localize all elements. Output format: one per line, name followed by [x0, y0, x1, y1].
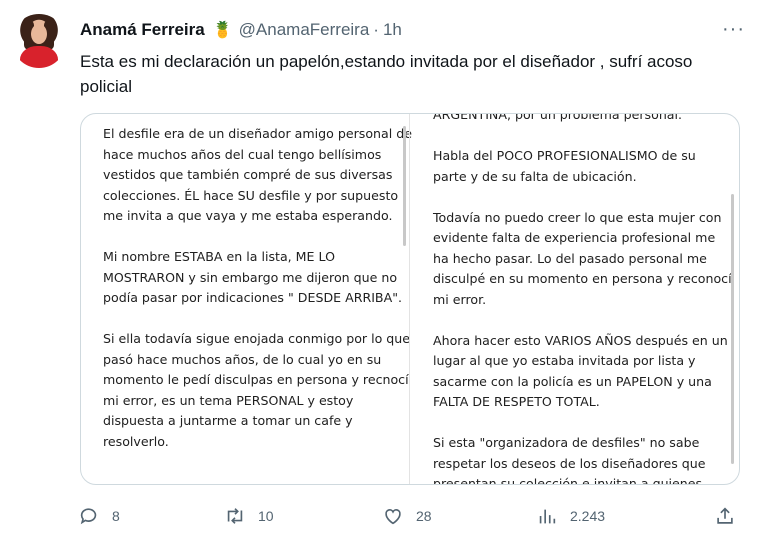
tweet-actions: 8 10 28 2.243 — [78, 505, 743, 529]
statement-paragraph: Si ella todavía sigue enojada conmigo po… — [103, 331, 411, 449]
statement-left-column: El desfile era de un diseñador amigo per… — [103, 124, 415, 473]
retweet-button[interactable]: 10 — [224, 505, 274, 527]
reply-count: 8 — [112, 508, 120, 524]
avatar-dress — [20, 46, 58, 68]
views-count: 2.243 — [570, 508, 606, 524]
like-icon — [385, 509, 401, 525]
tweet-time[interactable]: 1h — [383, 20, 402, 40]
tweet-image[interactable]: El desfile era de un diseñador amigo per… — [80, 113, 740, 485]
separator-dot: · — [373, 20, 379, 39]
views-icon — [539, 509, 556, 524]
pineapple-emoji: 🍍 — [212, 22, 233, 39]
statement-right-column: ARGENTINA, por un problema personal. Hab… — [433, 113, 733, 485]
retweet-icon — [227, 508, 243, 524]
statement-paragraph: El desfile era de un diseñador amigo per… — [103, 126, 413, 223]
share-button[interactable] — [714, 505, 736, 527]
more-options-icon[interactable]: ··· — [722, 18, 745, 41]
statement-paragraph: Todavía no puedo creer lo que esta mujer… — [433, 209, 732, 307]
reply-icon — [80, 508, 97, 525]
avatar[interactable] — [12, 14, 66, 68]
column-divider — [409, 114, 410, 484]
statement-paragraph: ARGENTINA, por un problema personal. — [433, 113, 683, 122]
views-button[interactable]: 2.243 — [536, 505, 605, 527]
right-scrollbar — [731, 194, 734, 464]
statement-paragraph: Si esta "organizadora de desfiles" no sa… — [433, 435, 706, 485]
tweet-header: Anamá Ferreira 🍍 @AnamaFerreira · 1h — [80, 20, 402, 40]
statement-paragraph: Mi nombre ESTABA en la lista, ME LO MOST… — [103, 249, 402, 305]
like-button[interactable]: 28 — [382, 505, 432, 527]
author-handle[interactable]: @AnamaFerreira — [239, 20, 370, 40]
avatar-face — [31, 24, 47, 44]
statement-paragraph: Habla del POCO PROFESIONALISMO de su par… — [433, 148, 696, 184]
reply-button[interactable]: 8 — [78, 505, 120, 527]
retweet-count: 10 — [258, 508, 274, 524]
author-name[interactable]: Anamá Ferreira — [80, 20, 205, 40]
tweet-text: Esta es mi declaración un papelón,estand… — [80, 52, 693, 96]
share-icon — [717, 507, 733, 524]
statement-paragraph: Ahora hacer esto VARIOS AÑOS después en … — [433, 332, 728, 410]
left-scrollbar — [403, 126, 406, 246]
like-count: 28 — [416, 508, 432, 524]
